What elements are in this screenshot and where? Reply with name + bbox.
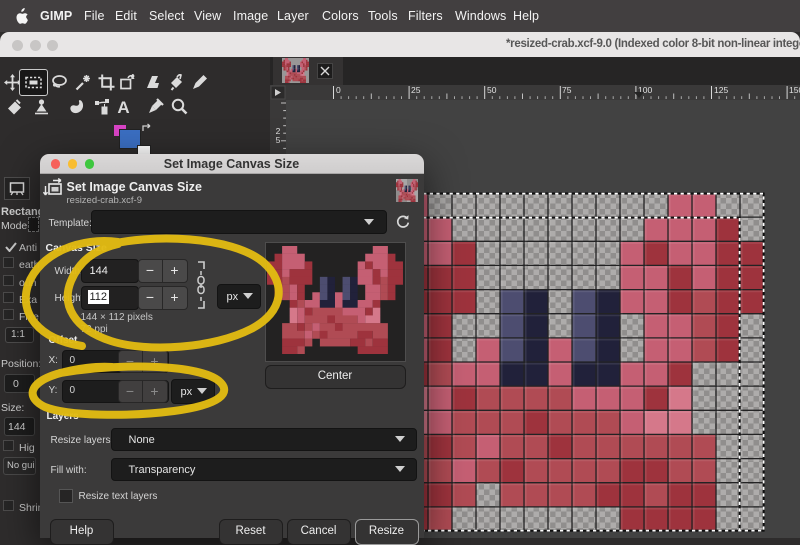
svg-text:0: 0	[336, 85, 341, 95]
svg-text:A: A	[117, 98, 129, 115]
svg-text:150: 150	[789, 85, 800, 95]
svg-text:25: 25	[411, 85, 421, 95]
svg-text:5: 5	[276, 135, 281, 145]
svg-text:75: 75	[562, 85, 572, 95]
svg-text:50: 50	[487, 85, 497, 95]
svg-text:125: 125	[714, 85, 728, 95]
